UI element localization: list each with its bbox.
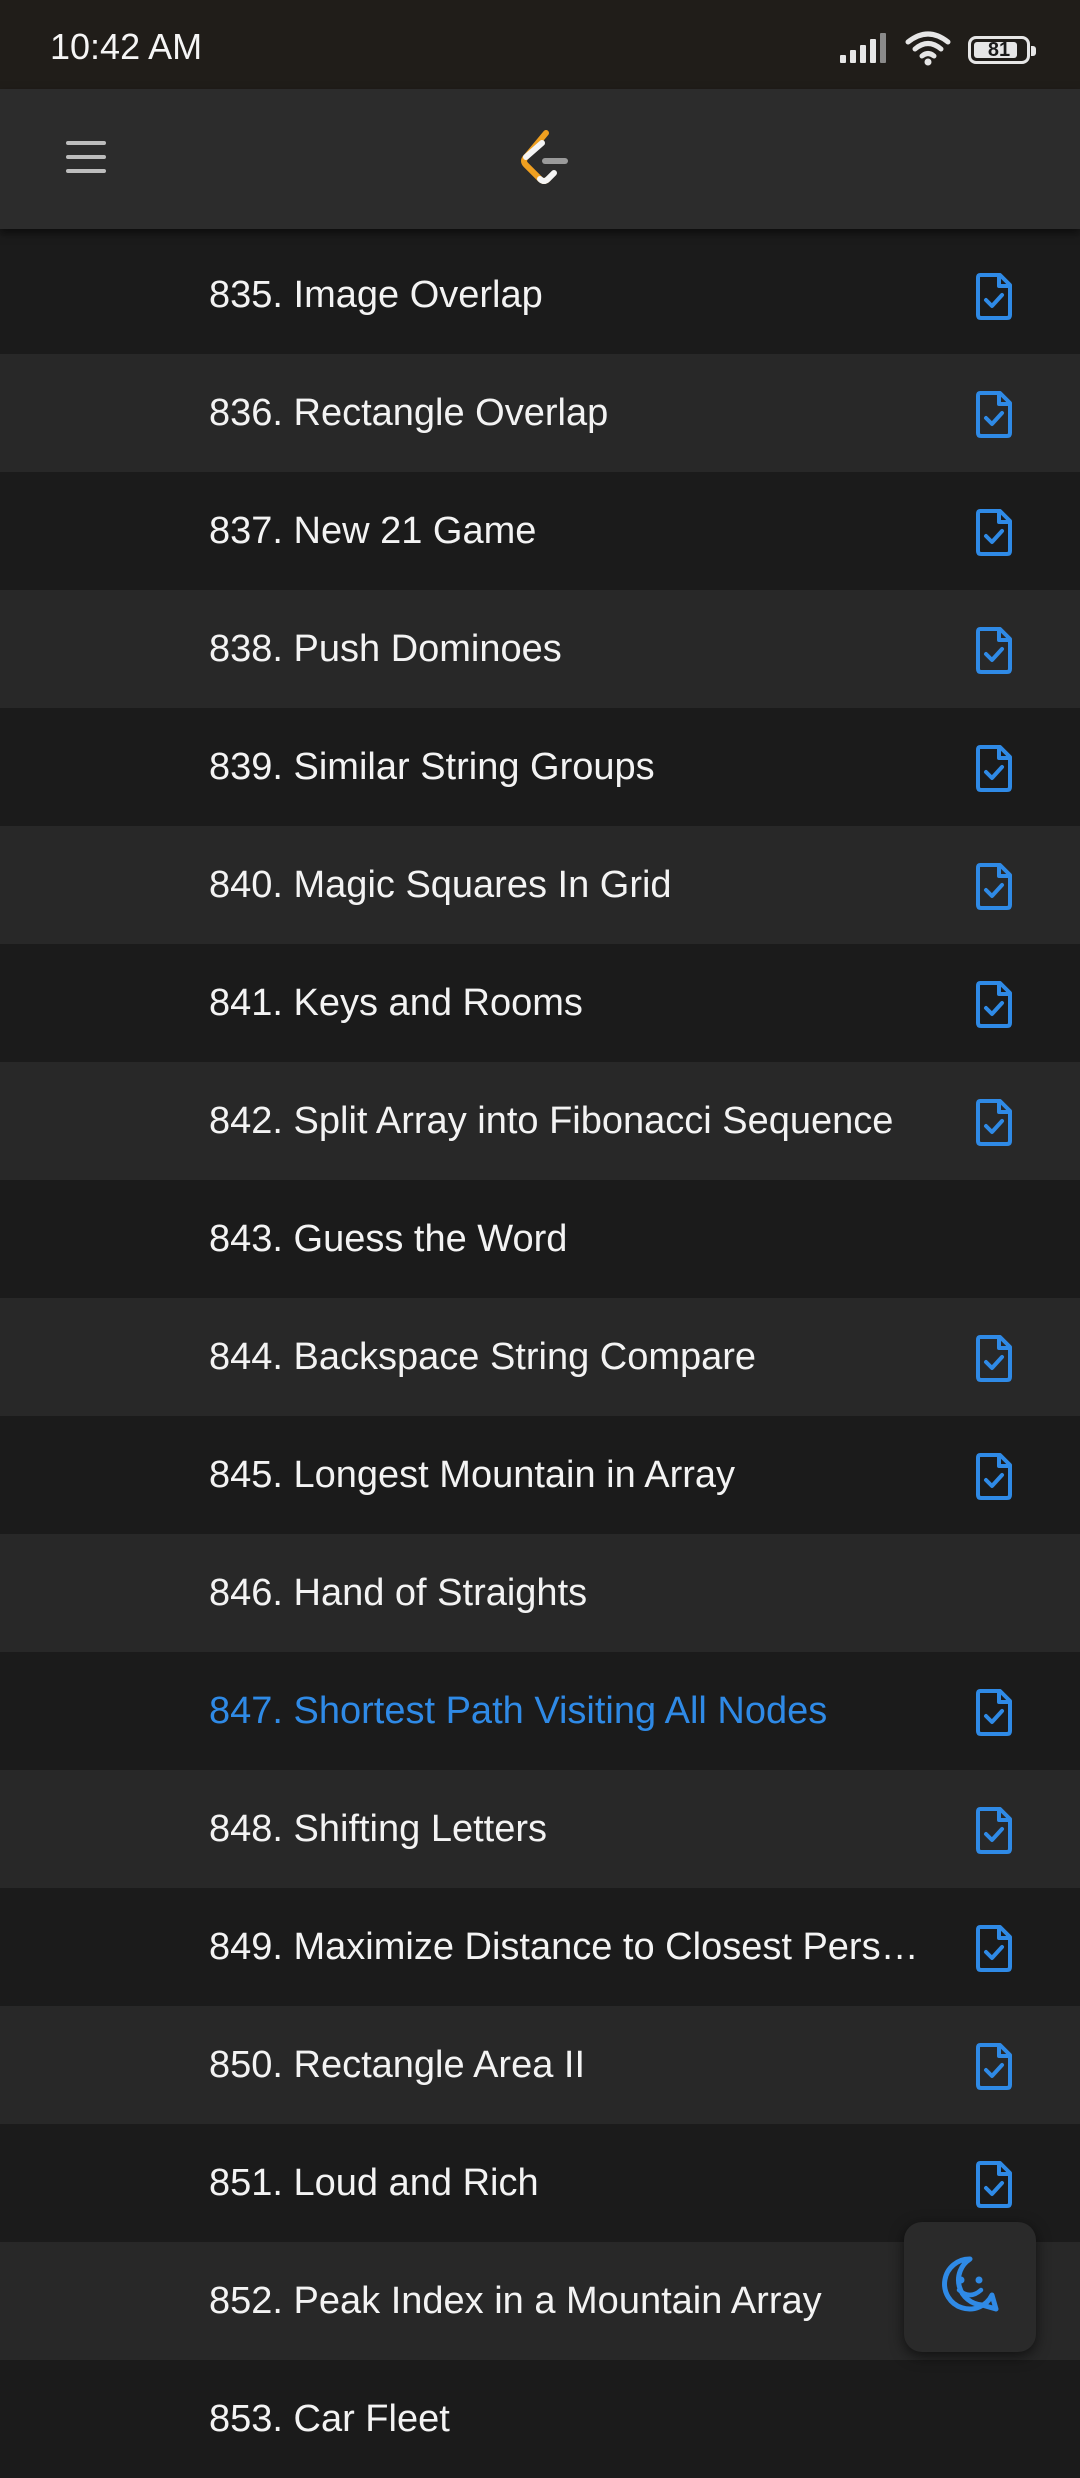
problem-title: 838. Push Dominoes [209, 628, 562, 670]
problem-row[interactable]: 838. Push Dominoes [0, 590, 1080, 708]
problem-title: 839. Similar String Groups [209, 746, 655, 788]
menu-icon [66, 139, 106, 180]
problem-row[interactable]: 846. Hand of Straights [0, 1534, 1080, 1652]
problem-title: 842. Split Array into Fibonacci Sequence [209, 1100, 894, 1142]
solution-doc-check-icon[interactable] [970, 743, 1018, 793]
solution-doc-check-icon[interactable] [970, 271, 1018, 321]
problem-row[interactable]: 842. Split Array into Fibonacci Sequence [0, 1062, 1080, 1180]
problem-row[interactable]: 843. Guess the Word [0, 1180, 1080, 1298]
status-bar: 10:42 AM 81 [0, 0, 1080, 89]
problem-row[interactable]: 841. Keys and Rooms [0, 944, 1080, 1062]
problem-row[interactable]: 847. Shortest Path Visiting All Nodes [0, 1652, 1080, 1770]
problem-row[interactable]: 845. Longest Mountain in Array [0, 1416, 1080, 1534]
problem-title: 837. New 21 Game [209, 510, 537, 552]
problem-row[interactable]: 844. Backspace String Compare [0, 1298, 1080, 1416]
problem-title: 847. Shortest Path Visiting All Nodes [209, 1690, 828, 1732]
feedback-smile-icon [940, 2255, 1000, 2320]
solution-doc-check-icon[interactable] [970, 1805, 1018, 1855]
status-time: 10:42 AM [50, 26, 203, 67]
solution-doc-check-icon[interactable] [970, 1451, 1018, 1501]
problem-title: 845. Longest Mountain in Array [209, 1454, 736, 1496]
problem-title: 840. Magic Squares In Grid [209, 864, 672, 906]
problem-row[interactable]: 849. Maximize Distance to Closest Person [0, 1888, 1080, 2006]
leetcode-logo[interactable] [516, 127, 576, 191]
problem-row[interactable]: 837. New 21 Game [0, 472, 1080, 590]
solution-doc-check-icon[interactable] [970, 979, 1018, 1029]
status-icons: 81 [840, 28, 1036, 72]
problem-title: 841. Keys and Rooms [209, 982, 583, 1024]
problem-title: 852. Peak Index in a Mountain Array [209, 2280, 822, 2322]
wifi-icon [904, 30, 952, 71]
problem-title: 849. Maximize Distance to Closest Person [209, 1926, 919, 1968]
solution-doc-check-icon[interactable] [970, 1333, 1018, 1383]
problem-row[interactable]: 853. Car Fleet [0, 2360, 1080, 2478]
problem-row[interactable]: 836. Rectangle Overlap [0, 354, 1080, 472]
solution-doc-check-icon[interactable] [970, 625, 1018, 675]
problem-title: 853. Car Fleet [209, 2398, 450, 2440]
problem-row[interactable]: 835. Image Overlap [0, 236, 1080, 354]
solution-doc-check-icon[interactable] [970, 861, 1018, 911]
menu-button[interactable] [58, 129, 114, 189]
battery-level: 81 [987, 38, 1011, 61]
solution-doc-check-icon[interactable] [970, 1687, 1018, 1737]
problem-row[interactable]: 848. Shifting Letters [0, 1770, 1080, 1888]
problem-title: 835. Image Overlap [209, 274, 543, 316]
problem-row[interactable]: 839. Similar String Groups [0, 708, 1080, 826]
battery-icon: 81 [968, 36, 1036, 64]
problem-list: 835. Image Overlap 836. Rectangle Overlap… [0, 236, 1080, 2478]
solution-doc-check-icon[interactable] [970, 389, 1018, 439]
app-header [0, 89, 1080, 229]
problem-row[interactable]: 840. Magic Squares In Grid [0, 826, 1080, 944]
solution-doc-check-icon[interactable] [970, 507, 1018, 557]
solution-doc-check-icon[interactable] [970, 1923, 1018, 1973]
solution-doc-check-icon[interactable] [970, 2159, 1018, 2209]
problem-title: 843. Guess the Word [209, 1218, 568, 1260]
signal-icon [840, 32, 888, 68]
solution-doc-check-icon[interactable] [970, 1097, 1018, 1147]
problem-title: 850. Rectangle Area II [209, 2044, 586, 2086]
problem-title: 848. Shifting Letters [209, 1808, 547, 1850]
problem-title: 851. Loud and Rich [209, 2162, 539, 2204]
problem-title: 846. Hand of Straights [209, 1572, 588, 1614]
problem-row[interactable]: 850. Rectangle Area II [0, 2006, 1080, 2124]
problem-title: 844. Backspace String Compare [209, 1336, 757, 1378]
feedback-button[interactable] [904, 2222, 1036, 2352]
problem-title: 836. Rectangle Overlap [209, 392, 609, 434]
solution-doc-check-icon[interactable] [970, 2041, 1018, 2091]
